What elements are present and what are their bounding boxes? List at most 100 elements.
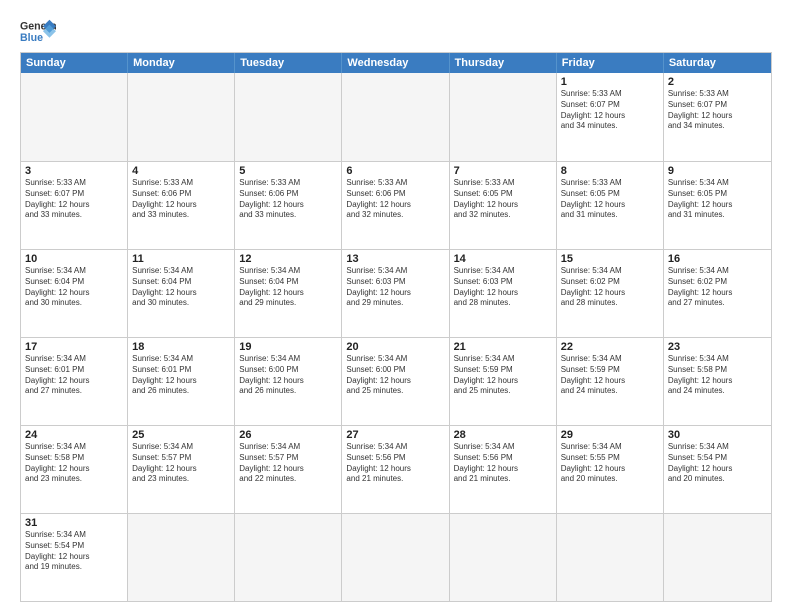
calendar-week-1: 1Sunrise: 5:33 AM Sunset: 6:07 PM Daylig… xyxy=(21,73,771,161)
logo-icon: General Blue xyxy=(20,18,56,46)
day-info: Sunrise: 5:33 AM Sunset: 6:07 PM Dayligh… xyxy=(25,178,123,221)
calendar-day-29: 29Sunrise: 5:34 AM Sunset: 5:55 PM Dayli… xyxy=(557,426,664,513)
calendar-empty-cell xyxy=(235,73,342,161)
day-info: Sunrise: 5:34 AM Sunset: 5:54 PM Dayligh… xyxy=(25,530,123,573)
day-info: Sunrise: 5:34 AM Sunset: 6:02 PM Dayligh… xyxy=(668,266,767,309)
calendar-day-28: 28Sunrise: 5:34 AM Sunset: 5:56 PM Dayli… xyxy=(450,426,557,513)
day-number: 26 xyxy=(239,429,337,441)
day-number: 14 xyxy=(454,253,552,265)
day-info: Sunrise: 5:33 AM Sunset: 6:07 PM Dayligh… xyxy=(668,89,767,132)
day-number: 8 xyxy=(561,165,659,177)
calendar-day-8: 8Sunrise: 5:33 AM Sunset: 6:05 PM Daylig… xyxy=(557,162,664,249)
day-info: Sunrise: 5:34 AM Sunset: 6:03 PM Dayligh… xyxy=(454,266,552,309)
calendar-day-11: 11Sunrise: 5:34 AM Sunset: 6:04 PM Dayli… xyxy=(128,250,235,337)
day-number: 12 xyxy=(239,253,337,265)
day-number: 21 xyxy=(454,341,552,353)
calendar-day-17: 17Sunrise: 5:34 AM Sunset: 6:01 PM Dayli… xyxy=(21,338,128,425)
day-info: Sunrise: 5:33 AM Sunset: 6:07 PM Dayligh… xyxy=(561,89,659,132)
calendar-empty-cell xyxy=(664,514,771,601)
calendar-header: SundayMondayTuesdayWednesdayThursdayFrid… xyxy=(21,53,771,73)
header: General Blue xyxy=(20,18,772,46)
weekday-header-sunday: Sunday xyxy=(21,53,128,73)
day-info: Sunrise: 5:33 AM Sunset: 6:06 PM Dayligh… xyxy=(346,178,444,221)
weekday-header-friday: Friday xyxy=(557,53,664,73)
day-info: Sunrise: 5:33 AM Sunset: 6:05 PM Dayligh… xyxy=(454,178,552,221)
day-info: Sunrise: 5:34 AM Sunset: 5:58 PM Dayligh… xyxy=(25,442,123,485)
calendar-day-13: 13Sunrise: 5:34 AM Sunset: 6:03 PM Dayli… xyxy=(342,250,449,337)
calendar-day-2: 2Sunrise: 5:33 AM Sunset: 6:07 PM Daylig… xyxy=(664,73,771,161)
day-number: 4 xyxy=(132,165,230,177)
calendar-empty-cell xyxy=(235,514,342,601)
calendar-day-4: 4Sunrise: 5:33 AM Sunset: 6:06 PM Daylig… xyxy=(128,162,235,249)
day-info: Sunrise: 5:34 AM Sunset: 6:02 PM Dayligh… xyxy=(561,266,659,309)
calendar-empty-cell xyxy=(342,73,449,161)
calendar-empty-cell xyxy=(128,73,235,161)
day-number: 20 xyxy=(346,341,444,353)
calendar-day-25: 25Sunrise: 5:34 AM Sunset: 5:57 PM Dayli… xyxy=(128,426,235,513)
calendar-day-18: 18Sunrise: 5:34 AM Sunset: 6:01 PM Dayli… xyxy=(128,338,235,425)
day-number: 3 xyxy=(25,165,123,177)
day-info: Sunrise: 5:34 AM Sunset: 5:57 PM Dayligh… xyxy=(132,442,230,485)
day-number: 6 xyxy=(346,165,444,177)
calendar-body: 1Sunrise: 5:33 AM Sunset: 6:07 PM Daylig… xyxy=(21,73,771,601)
calendar-empty-cell xyxy=(21,73,128,161)
calendar-day-5: 5Sunrise: 5:33 AM Sunset: 6:06 PM Daylig… xyxy=(235,162,342,249)
day-number: 17 xyxy=(25,341,123,353)
day-info: Sunrise: 5:33 AM Sunset: 6:06 PM Dayligh… xyxy=(239,178,337,221)
calendar-week-2: 3Sunrise: 5:33 AM Sunset: 6:07 PM Daylig… xyxy=(21,161,771,249)
weekday-header-monday: Monday xyxy=(128,53,235,73)
weekday-header-saturday: Saturday xyxy=(664,53,771,73)
calendar-empty-cell xyxy=(557,514,664,601)
day-info: Sunrise: 5:34 AM Sunset: 5:56 PM Dayligh… xyxy=(454,442,552,485)
weekday-header-wednesday: Wednesday xyxy=(342,53,449,73)
calendar-day-6: 6Sunrise: 5:33 AM Sunset: 6:06 PM Daylig… xyxy=(342,162,449,249)
calendar-day-1: 1Sunrise: 5:33 AM Sunset: 6:07 PM Daylig… xyxy=(557,73,664,161)
calendar-empty-cell xyxy=(450,514,557,601)
day-number: 23 xyxy=(668,341,767,353)
calendar-day-26: 26Sunrise: 5:34 AM Sunset: 5:57 PM Dayli… xyxy=(235,426,342,513)
calendar-day-15: 15Sunrise: 5:34 AM Sunset: 6:02 PM Dayli… xyxy=(557,250,664,337)
page: General Blue SundayMondayTuesdayWednesda… xyxy=(0,0,792,612)
day-info: Sunrise: 5:34 AM Sunset: 6:04 PM Dayligh… xyxy=(25,266,123,309)
calendar-day-23: 23Sunrise: 5:34 AM Sunset: 5:58 PM Dayli… xyxy=(664,338,771,425)
svg-text:Blue: Blue xyxy=(20,32,43,44)
day-info: Sunrise: 5:34 AM Sunset: 5:58 PM Dayligh… xyxy=(668,354,767,397)
day-info: Sunrise: 5:34 AM Sunset: 6:03 PM Dayligh… xyxy=(346,266,444,309)
calendar-day-14: 14Sunrise: 5:34 AM Sunset: 6:03 PM Dayli… xyxy=(450,250,557,337)
calendar-day-19: 19Sunrise: 5:34 AM Sunset: 6:00 PM Dayli… xyxy=(235,338,342,425)
day-number: 15 xyxy=(561,253,659,265)
day-number: 7 xyxy=(454,165,552,177)
day-info: Sunrise: 5:34 AM Sunset: 6:00 PM Dayligh… xyxy=(346,354,444,397)
calendar-week-4: 17 Sunrise: 5:34 AM Sunset: 6:01 PM Dayli… xyxy=(21,337,771,425)
day-number: 29 xyxy=(561,429,659,441)
calendar-day-9: 9Sunrise: 5:34 AM Sunset: 6:05 PM Daylig… xyxy=(664,162,771,249)
day-number: 27 xyxy=(346,429,444,441)
day-number: 24 xyxy=(25,429,123,441)
day-info: Sunrise: 5:34 AM Sunset: 6:01 PM Dayligh… xyxy=(132,354,230,397)
calendar: SundayMondayTuesdayWednesdayThursdayFrid… xyxy=(20,52,772,602)
day-number: 9 xyxy=(668,165,767,177)
day-number: 1 xyxy=(561,76,659,88)
calendar-day-22: 22Sunrise: 5:34 AM Sunset: 5:59 PM Dayli… xyxy=(557,338,664,425)
calendar-week-5: 24Sunrise: 5:34 AM Sunset: 5:58 PM Dayli… xyxy=(21,425,771,513)
calendar-day-3: 3Sunrise: 5:33 AM Sunset: 6:07 PM Daylig… xyxy=(21,162,128,249)
calendar-empty-cell xyxy=(342,514,449,601)
calendar-day-24: 24Sunrise: 5:34 AM Sunset: 5:58 PM Dayli… xyxy=(21,426,128,513)
day-info: Sunrise: 5:34 AM Sunset: 5:56 PM Dayligh… xyxy=(346,442,444,485)
calendar-day-30: 30Sunrise: 5:34 AM Sunset: 5:54 PM Dayli… xyxy=(664,426,771,513)
day-number: 13 xyxy=(346,253,444,265)
calendar-week-6: 31Sunrise: 5:34 AM Sunset: 5:54 PM Dayli… xyxy=(21,513,771,601)
day-number: 30 xyxy=(668,429,767,441)
day-number: 25 xyxy=(132,429,230,441)
day-info: Sunrise: 5:34 AM Sunset: 5:57 PM Dayligh… xyxy=(239,442,337,485)
day-number: 5 xyxy=(239,165,337,177)
day-info: Sunrise: 5:34 AM Sunset: 6:04 PM Dayligh… xyxy=(132,266,230,309)
day-info: Sunrise: 5:34 AM Sunset: 5:59 PM Dayligh… xyxy=(454,354,552,397)
day-info: Sunrise: 5:34 AM Sunset: 5:54 PM Dayligh… xyxy=(668,442,767,485)
day-info: Sunrise: 5:34 AM Sunset: 6:00 PM Dayligh… xyxy=(239,354,337,397)
day-number: 28 xyxy=(454,429,552,441)
day-number: 19 xyxy=(239,341,337,353)
calendar-day-31: 31Sunrise: 5:34 AM Sunset: 5:54 PM Dayli… xyxy=(21,514,128,601)
calendar-day-20: 20Sunrise: 5:34 AM Sunset: 6:00 PM Dayli… xyxy=(342,338,449,425)
day-number: 11 xyxy=(132,253,230,265)
